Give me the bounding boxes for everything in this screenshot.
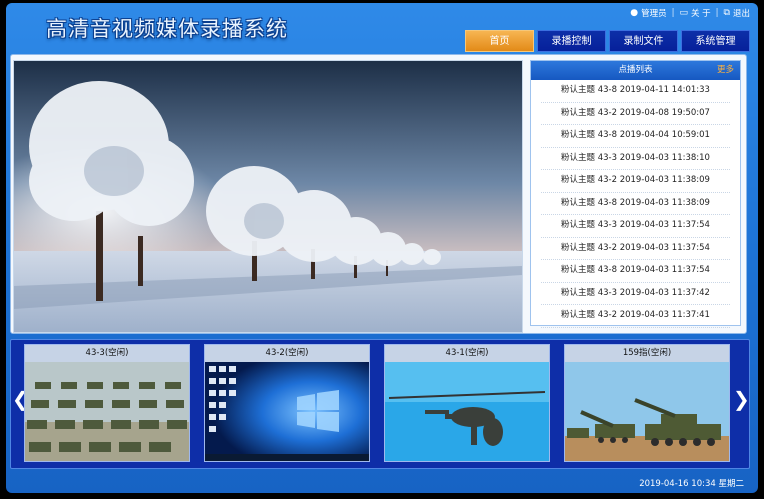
separator: | [671, 8, 675, 18]
camera-tile[interactable]: 43-3(空闲) [24, 344, 190, 462]
camera-label: 43-1(空闲) [385, 345, 549, 362]
camera-label: 43-3(空闲) [25, 345, 189, 362]
vod-list-panel: 点播列表 更多 粉认主题 43-8 2019-04-11 14:01:33 粉认… [530, 60, 741, 328]
logout-icon: ⧉ [723, 8, 730, 18]
list-item[interactable]: 粉认主题 43-3 2019-04-03 11:37:54 [541, 215, 730, 238]
list-item[interactable]: 粉认主题 43-3 2019-04-03 11:38:10 [541, 148, 730, 170]
tab-recorded-files[interactable]: 录制文件 [609, 30, 678, 52]
about-link[interactable]: 关 于 [691, 7, 711, 19]
camera-label: 159指(空闲) [565, 345, 729, 362]
vod-list: 粉认主题 43-8 2019-04-11 14:01:33 粉认主题 43-2 … [531, 80, 740, 328]
camera-tile[interactable]: 159指(空闲) [564, 344, 730, 462]
monitor-icon: ▭ [679, 8, 688, 18]
hero-image [13, 60, 523, 333]
tab-home[interactable]: 首页 [465, 30, 534, 52]
list-item[interactable]: 粉认主题 43-8 2019-04-04 10:59:01 [541, 125, 730, 148]
separator: | [715, 8, 719, 18]
main-nav: 首页 录播控制 录制文件 系统管理 [465, 30, 750, 52]
user-icon: ● [630, 8, 639, 18]
list-item[interactable]: 粉认主题 43-8 2019-04-03 11:38:09 [541, 193, 730, 215]
list-item[interactable]: 粉认主题 43-3 2019-04-03 11:37:42 [541, 283, 730, 305]
tab-recording-control[interactable]: 录播控制 [537, 30, 606, 52]
list-item[interactable]: 粉认主题 43-2 2019-04-03 11:37:54 [541, 238, 730, 260]
camera-preview-artillery [565, 362, 729, 461]
camera-tile[interactable]: 43-2(空闲) [204, 344, 370, 462]
top-links: ● 管理员 | ▭ 关 于 | ⧉ 退出 [630, 7, 750, 19]
chevron-right-icon[interactable]: ❯ [733, 387, 750, 411]
list-item[interactable]: 粉认主题 43-8 2019-04-03 11:37:54 [541, 260, 730, 283]
list-item[interactable]: 粉认主题 43-2 2019-04-03 11:38:09 [541, 170, 730, 193]
logout-link[interactable]: 退出 [733, 7, 750, 19]
camera-label: 43-2(空闲) [205, 345, 369, 362]
app-title: 高清音视频媒体录播系统 [46, 17, 288, 41]
camera-preview-parade [25, 362, 189, 461]
app-window: 高清音视频媒体录播系统 ● 管理员 | ▭ 关 于 | ⧉ 退出 首页 录播控制… [6, 3, 758, 493]
list-item[interactable]: 粉认主题 43-2 2019-04-08 19:50:07 [541, 103, 730, 125]
vod-list-header: 点播列表 更多 [531, 61, 740, 80]
tab-system-management[interactable]: 系统管理 [681, 30, 750, 52]
camera-tile[interactable]: 43-1(空闲) [384, 344, 550, 462]
status-datetime: 2019-04-16 10:34 星期二 [639, 479, 744, 489]
more-link[interactable]: 更多 [717, 61, 734, 80]
camera-preview-desktop [205, 362, 369, 461]
vod-list-title: 点播列表 [618, 65, 653, 75]
list-item[interactable]: 粉认主题 43-8 2019-04-11 14:01:33 [541, 80, 730, 103]
admin-link[interactable]: 管理员 [641, 7, 667, 19]
camera-preview-helicopter [385, 362, 549, 461]
list-item[interactable]: 粉认主题 43-2 2019-04-03 11:37:41 [541, 305, 730, 328]
